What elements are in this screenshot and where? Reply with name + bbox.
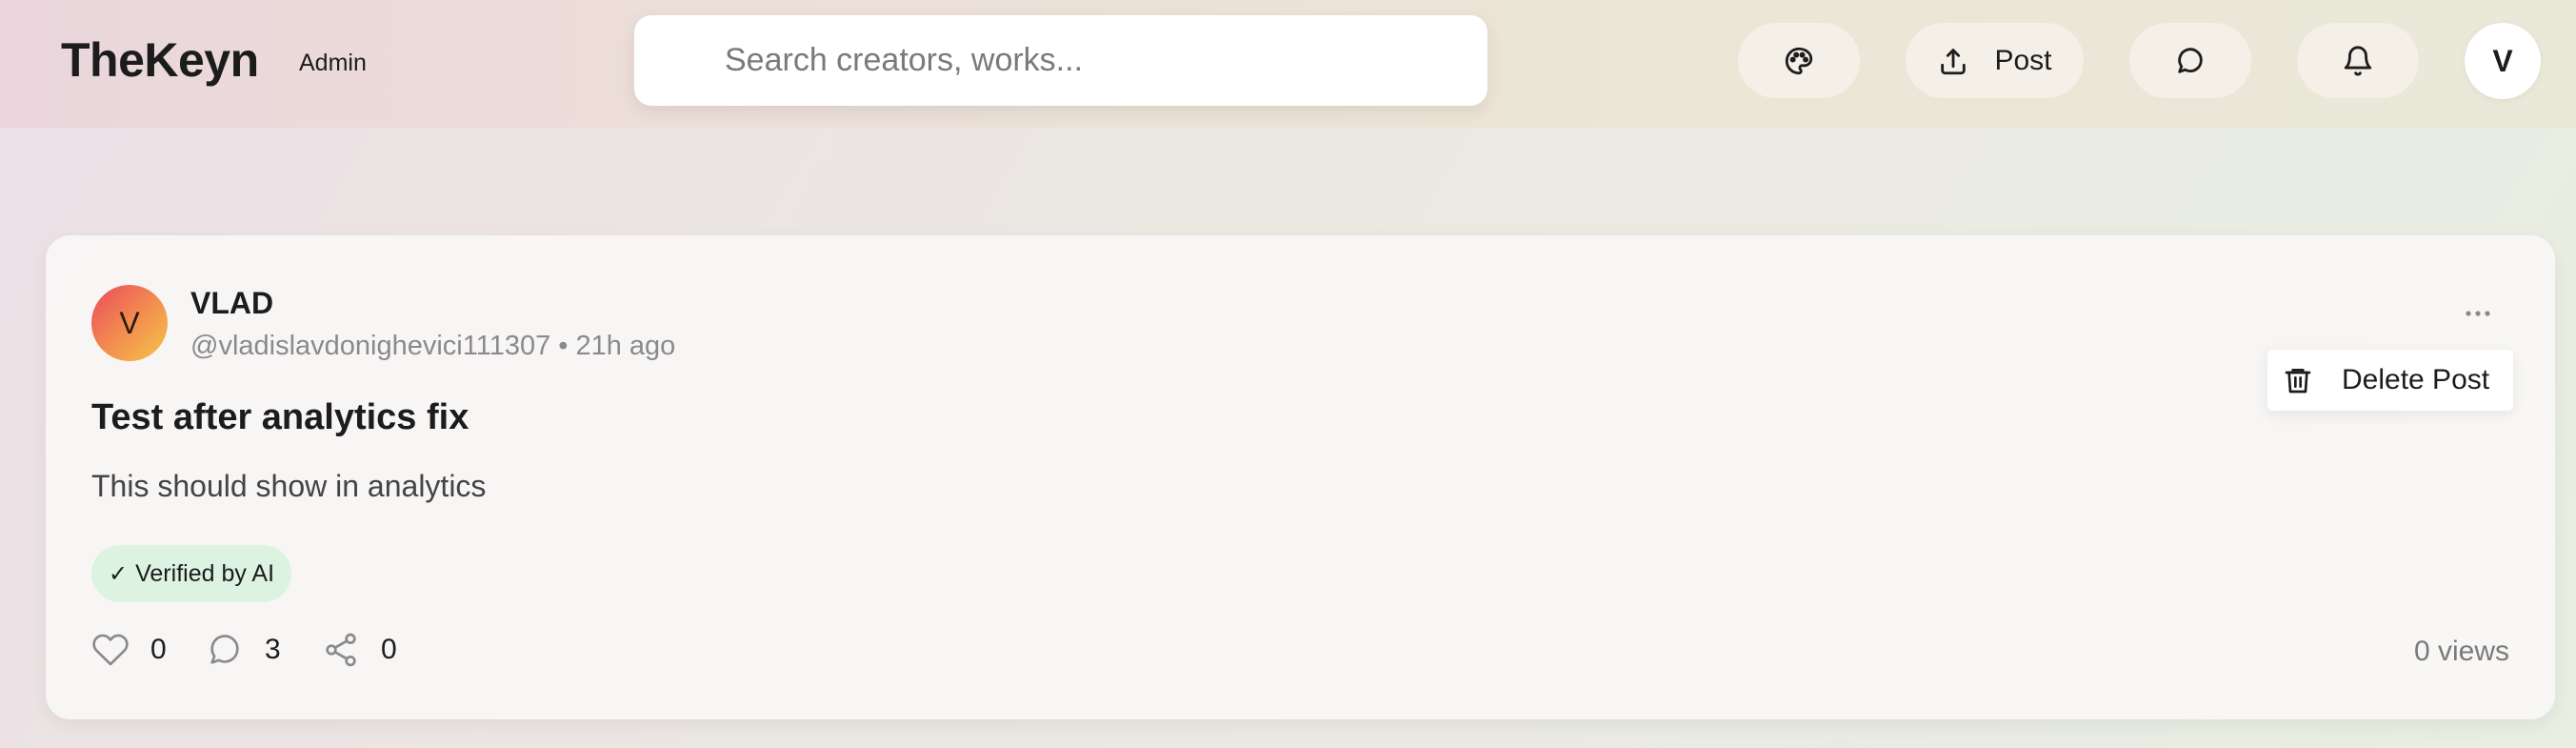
share-button[interactable]: 0 — [322, 628, 397, 672]
search-input[interactable] — [725, 42, 1448, 79]
author-handle-time: @vladislavdonighevici111307 • 21h ago — [190, 331, 676, 361]
brand-logo[interactable]: TheKeyn — [61, 32, 259, 88]
heart-icon — [92, 634, 129, 666]
author-name[interactable]: VLAD — [190, 286, 273, 321]
view-count: 0 views — [2413, 636, 2509, 667]
verified-badge: ✓ Verified by AI — [91, 545, 292, 602]
top-bar: TheKeyn Admin Post V — [0, 0, 2576, 128]
comment-count: 3 — [265, 634, 281, 665]
post-card: V VLAD @vladislavdonighevici111307 • 21h… — [46, 235, 2555, 719]
comment-button[interactable]: 3 — [206, 628, 281, 672]
chat-icon — [2178, 47, 2203, 73]
like-button[interactable]: 0 — [91, 628, 167, 672]
trash-icon — [2285, 369, 2311, 394]
bell-icon — [2344, 46, 2372, 75]
theme-button[interactable] — [1738, 23, 1860, 98]
admin-badge: Admin — [284, 42, 382, 84]
more-horizontal-icon — [2466, 311, 2490, 316]
user-avatar[interactable]: V — [2465, 23, 2541, 99]
share-count: 0 — [381, 634, 397, 665]
post-body: This should show in analytics — [91, 469, 487, 503]
comment-icon — [210, 635, 239, 664]
post-button-label: Post — [1994, 44, 2052, 76]
search-box[interactable] — [634, 15, 1488, 106]
palette-icon — [1785, 47, 1813, 74]
post-options-button[interactable] — [2449, 294, 2506, 333]
check-icon: ✓ — [109, 560, 129, 587]
upload-icon — [1941, 48, 1967, 74]
post-options-menu: Delete Post — [2267, 350, 2513, 411]
share-icon — [326, 633, 356, 667]
author-avatar[interactable]: V — [91, 285, 168, 361]
delete-post-menu-item[interactable]: Delete Post — [2267, 350, 2513, 411]
like-count: 0 — [150, 634, 167, 665]
post-title: Test after analytics fix — [91, 397, 469, 437]
post-button[interactable]: Post — [1906, 23, 2084, 98]
verified-label: Verified by AI — [135, 559, 275, 587]
delete-post-label: Delete Post — [2342, 364, 2490, 395]
messages-button[interactable] — [2129, 23, 2251, 98]
notifications-button[interactable] — [2297, 23, 2419, 98]
